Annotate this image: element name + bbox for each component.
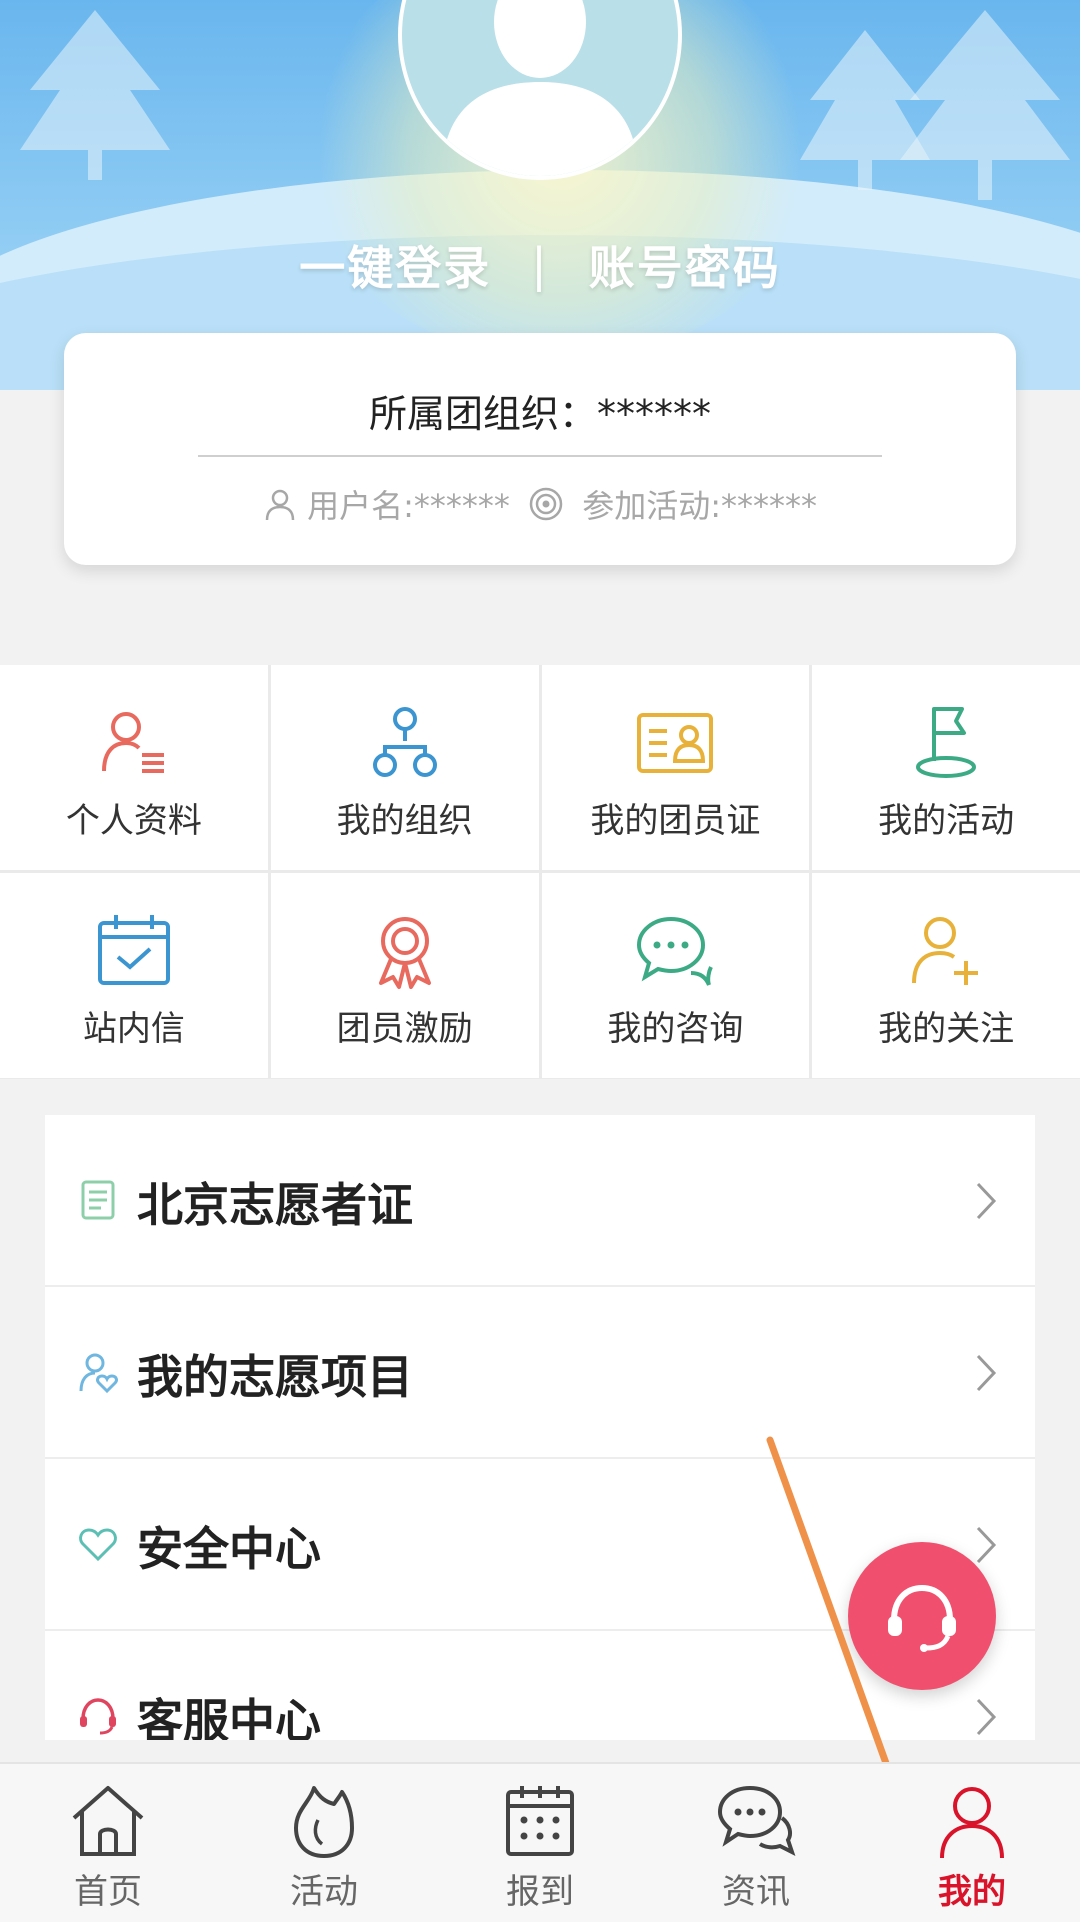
card-divider (198, 455, 882, 457)
flag-icon (916, 707, 977, 778)
calendar-icon (506, 1786, 574, 1856)
tab-me[interactable]: 我的 (864, 1764, 1080, 1922)
tab-label: 首页 (74, 1872, 142, 1912)
grid-item-incentives[interactable]: 团员激励 (270, 873, 539, 1078)
tab-label: 报到 (506, 1872, 574, 1912)
headset-icon (888, 1584, 956, 1652)
organization-label: 所属团组织： (368, 392, 597, 436)
tab-label: 我的 (938, 1872, 1006, 1912)
tab-activities[interactable]: 活动 (216, 1764, 432, 1922)
chat-icon (637, 916, 714, 986)
tree-decoration (900, 10, 1070, 200)
news-chat-icon (717, 1785, 796, 1856)
tab-news[interactable]: 资讯 (648, 1764, 864, 1922)
calendar-check-icon (97, 915, 170, 985)
target-icon (529, 487, 563, 521)
organization-icon (372, 707, 437, 777)
headset-icon (80, 1698, 116, 1735)
user-stats: 用户名:****** 参加活动:****** (64, 481, 1016, 527)
document-icon (81, 1180, 115, 1220)
tab-label: 资讯 (722, 1872, 790, 1912)
user-icon (940, 1787, 1004, 1859)
list-item-label: 安全中心 (137, 1522, 321, 1576)
tab-label: 活动 (290, 1872, 358, 1912)
grid-item-member-card[interactable]: 我的团员证 (541, 665, 810, 870)
member-card-icon (637, 713, 714, 773)
bottom-tab-bar: 首页 活动 报到 资讯 我的 (0, 1762, 1080, 1922)
medal-icon (378, 917, 431, 989)
home-icon (72, 1786, 144, 1856)
grid-item-organization[interactable]: 我的组织 (270, 665, 539, 870)
login-separator: | (531, 238, 549, 292)
grid-item-label: 个人资料 (65, 801, 202, 841)
profile-header: 一键登录 | 账号密码 (0, 0, 1080, 390)
grid-item-consultation[interactable]: 我的咨询 (541, 873, 810, 1078)
grid-item-label: 我的活动 (878, 801, 1015, 841)
one-click-login-link[interactable]: 一键登录 (299, 232, 491, 298)
heart-icon (79, 1528, 117, 1562)
chevron-right-icon (976, 1354, 997, 1392)
list-item-label: 我的志愿项目 (137, 1350, 413, 1404)
username-stat: 用户名:****** (307, 487, 510, 525)
grid-item-inbox[interactable]: 站内信 (0, 873, 268, 1078)
customer-service-fab[interactable] (848, 1542, 996, 1690)
grid-item-activities[interactable]: 我的活动 (812, 665, 1080, 870)
chevron-right-icon (976, 1698, 997, 1736)
grid-item-label: 我的关注 (878, 1009, 1015, 1049)
user-icon (265, 489, 295, 521)
list-item-label: 客服中心 (137, 1694, 321, 1740)
grid-item-following[interactable]: 我的关注 (812, 873, 1080, 1078)
password-login-link[interactable]: 账号密码 (589, 232, 781, 298)
feature-grid: 个人资料 我的组织 我的团员证 我的活动 站内信 团员激励 我的咨询 我的关注 (0, 665, 1080, 1079)
list-item-volunteer-projects[interactable]: 我的志愿项目 (45, 1287, 1035, 1459)
grid-item-label: 团员激励 (336, 1009, 473, 1049)
organization-value: ****** (597, 392, 711, 436)
tab-check-in[interactable]: 报到 (432, 1764, 648, 1922)
organization-line: 所属团组织：****** (64, 383, 1016, 438)
list-item-label: 北京志愿者证 (137, 1178, 413, 1232)
grid-item-label: 站内信 (82, 1009, 185, 1049)
add-user-icon (912, 917, 979, 985)
grid-item-label: 我的咨询 (607, 1009, 744, 1049)
tab-home[interactable]: 首页 (0, 1764, 216, 1922)
list-item-volunteer-card[interactable]: 北京志愿者证 (45, 1115, 1035, 1287)
flame-icon (294, 1786, 354, 1858)
grid-item-label: 我的团员证 (590, 801, 761, 841)
chevron-right-icon (976, 1526, 997, 1564)
info-card: 所属团组织：****** 用户名:****** 参加活动:****** (64, 333, 1016, 565)
tree-decoration (20, 10, 170, 180)
grid-item-label: 我的组织 (336, 801, 473, 841)
login-links: 一键登录 | 账号密码 (0, 232, 1080, 298)
profile-icon (101, 712, 164, 773)
volunteer-icon (79, 1353, 118, 1393)
grid-item-profile[interactable]: 个人资料 (0, 665, 268, 870)
chevron-right-icon (976, 1182, 997, 1220)
activities-stat: 参加活动:****** (582, 487, 818, 525)
